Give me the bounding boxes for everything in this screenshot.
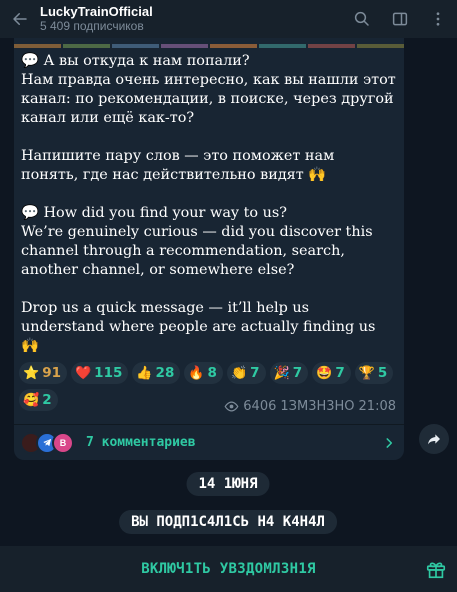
search-icon xyxy=(354,11,369,26)
share-button[interactable] xyxy=(419,424,449,454)
reaction-emoji: ❤️ xyxy=(74,365,92,381)
reaction-chip[interactable]: 🤩 7 xyxy=(312,362,351,384)
avatar: B xyxy=(52,431,74,454)
reaction-chip[interactable]: 🎉 7 xyxy=(269,362,309,384)
reaction-count: 28 xyxy=(155,365,175,381)
reaction-emoji: 🔥 xyxy=(188,365,205,381)
sidebar-toggle-button[interactable] xyxy=(381,0,419,38)
commenter-avatars: B xyxy=(20,431,74,454)
comments-label: 7 комментариев xyxy=(86,435,196,450)
channel-title: LuckyTrainOfficial xyxy=(40,3,153,19)
comments-button[interactable]: B 7 комментариев xyxy=(14,424,404,460)
reaction-count: 91 xyxy=(42,365,61,381)
telegram-plane-icon xyxy=(42,438,51,447)
chat-header: LuckyTrainOfficial 5 409 подписчиков xyxy=(0,0,457,38)
subscribed-status-message: ВЫ ПОДП1С4Л1СЬ Н4 К4Н4Л xyxy=(119,510,337,534)
reaction-chip[interactable]: ⭐ 91 xyxy=(19,362,67,384)
reaction-count: 5 xyxy=(377,365,388,381)
eye-icon xyxy=(224,401,239,412)
edited-label: 1ЗМ3Н3НО xyxy=(280,399,355,414)
reaction-emoji: 🥰 xyxy=(23,392,40,408)
gift-icon[interactable] xyxy=(425,558,447,580)
chevron-right-icon xyxy=(386,437,393,448)
reaction-chip[interactable]: 🏆 5 xyxy=(354,362,394,384)
more-button[interactable] xyxy=(419,0,457,38)
post-time: 21:08 xyxy=(358,399,396,414)
back-button[interactable] xyxy=(0,0,40,38)
reaction-emoji: ⭐ xyxy=(23,365,40,381)
channel-post[interactable]: 💬 А вы откуда к нам попали? Нам правда о… xyxy=(14,38,404,460)
post-meta: 6406 1ЗМ3Н3НО 21:08 xyxy=(224,399,396,414)
more-vertical-icon xyxy=(436,12,440,26)
reaction-count: 7 xyxy=(250,365,260,381)
reaction-emoji: 🎉 xyxy=(273,365,290,381)
bottom-bar: ВКЛЮЧ1ТЬ УВЗДОМЛ3Н1Я xyxy=(0,546,457,592)
reaction-chip[interactable]: 👍 28 xyxy=(132,362,181,384)
view-count: 6406 xyxy=(243,399,277,414)
search-button[interactable] xyxy=(343,0,381,38)
reaction-chip[interactable]: ❤️ 115 xyxy=(70,362,129,384)
date-separator: 14 1ЮНЯ xyxy=(186,472,270,496)
media-preview-strip[interactable] xyxy=(14,38,404,48)
reaction-count: 7 xyxy=(292,365,303,381)
reaction-emoji: 👏 xyxy=(230,365,248,381)
reaction-emoji: 🤩 xyxy=(316,365,333,381)
share-arrow-icon xyxy=(428,434,440,445)
reaction-chip[interactable]: 🔥 8 xyxy=(184,362,223,384)
reaction-emoji: 👍 xyxy=(136,365,153,381)
sidebar-toggle-icon xyxy=(392,12,408,26)
subscriber-count: 5 409 подписчиков xyxy=(40,18,144,33)
reaction-count: 2 xyxy=(42,392,52,408)
reaction-emoji: 🏆 xyxy=(358,365,375,381)
post-text: 💬 А вы откуда к нам попали? Нам правда о… xyxy=(21,53,396,354)
reaction-count: 115 xyxy=(94,365,123,381)
reaction-chip[interactable]: 🥰 2 xyxy=(19,389,58,411)
reaction-chip[interactable]: 👏 7 xyxy=(226,362,266,384)
channel-info[interactable]: LuckyTrainOfficial 5 409 подписчиков xyxy=(40,3,343,34)
enable-notifications-button[interactable]: ВКЛЮЧ1ТЬ УВЗДОМЛ3Н1Я xyxy=(141,561,316,577)
reaction-count: 8 xyxy=(207,365,217,381)
back-arrow-icon xyxy=(13,13,27,25)
reaction-count: 7 xyxy=(335,365,345,381)
